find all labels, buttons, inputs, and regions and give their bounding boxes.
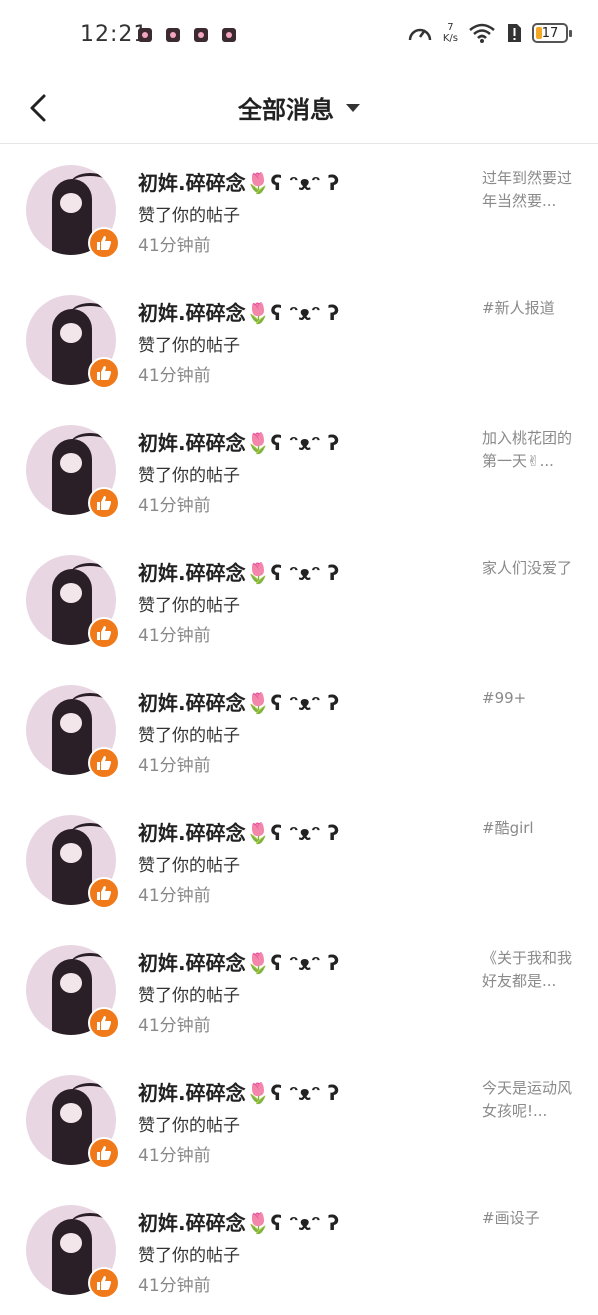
thumbs-up-icon <box>88 487 120 519</box>
timestamp: 41分钟前 <box>138 236 211 256</box>
action-text: 赞了你的帖子 <box>138 856 240 876</box>
status-bar: 12:21 7 K/s 17 <box>0 0 598 72</box>
thumbs-up-icon <box>88 877 120 909</box>
username[interactable]: 初姩.碎碎念🌷ʕ ᵔᴥᵔ ʔ <box>138 1077 339 1106</box>
timestamp: 41分钟前 <box>138 1016 211 1036</box>
sim-alert-icon <box>508 24 521 42</box>
post-preview[interactable]: 家人们没爱了 <box>482 557 574 580</box>
timestamp: 41分钟前 <box>138 366 211 386</box>
list-item[interactable]: 初姩.碎碎念🌷ʕ ᵔᴥᵔ ʔ 赞了你的帖子 41分钟前 #酷girl <box>0 795 598 925</box>
battery-level: 17 <box>541 25 559 41</box>
post-preview[interactable]: #画设子 <box>482 1207 574 1230</box>
timestamp: 41分钟前 <box>138 1276 211 1296</box>
thumbs-up-icon <box>88 357 120 389</box>
net-speed-value: 7 <box>447 22 454 33</box>
username[interactable]: 初姩.碎碎念🌷ʕ ᵔᴥᵔ ʔ <box>138 817 339 846</box>
app-notification-icon <box>166 28 180 42</box>
post-preview[interactable]: 加入桃花团的第一天✌... <box>482 427 574 473</box>
username[interactable]: 初姩.碎碎念🌷ʕ ᵔᴥᵔ ʔ <box>138 947 339 976</box>
action-text: 赞了你的帖子 <box>138 726 240 746</box>
action-text: 赞了你的帖子 <box>138 466 240 486</box>
timestamp: 41分钟前 <box>138 496 211 516</box>
timestamp: 41分钟前 <box>138 626 211 646</box>
list-item[interactable]: 初姩.碎碎念🌷ʕ ᵔᴥᵔ ʔ 赞了你的帖子 41分钟前 今天是运动风女孩呢!..… <box>0 1055 598 1185</box>
thumbs-up-icon <box>88 617 120 649</box>
list-item[interactable]: 初姩.碎碎念🌷ʕ ᵔᴥᵔ ʔ 赞了你的帖子 41分钟前 过年到然要过年当然要..… <box>0 145 598 275</box>
username[interactable]: 初姩.碎碎念🌷ʕ ᵔᴥᵔ ʔ <box>138 557 339 586</box>
action-text: 赞了你的帖子 <box>138 1246 240 1266</box>
post-preview[interactable]: 今天是运动风女孩呢!... <box>482 1077 574 1123</box>
timestamp: 41分钟前 <box>138 886 211 906</box>
username[interactable]: 初姩.碎碎念🌷ʕ ᵔᴥᵔ ʔ <box>138 297 339 326</box>
app-notification-icon <box>138 28 152 42</box>
net-speed: 7 K/s <box>443 22 458 44</box>
thumbs-up-icon <box>88 227 120 259</box>
list-item[interactable]: 初姩.碎碎念🌷ʕ ᵔᴥᵔ ʔ 赞了你的帖子 41分钟前 家人们没爱了 <box>0 535 598 665</box>
notification-icons <box>138 28 236 42</box>
speedometer-icon <box>408 28 432 41</box>
app-notification-icon <box>222 28 236 42</box>
list-item[interactable]: 初姩.碎碎念🌷ʕ ᵔᴥᵔ ʔ 赞了你的帖子 41分钟前 加入桃花团的第一天✌..… <box>0 405 598 535</box>
action-text: 赞了你的帖子 <box>138 206 240 226</box>
status-right: 7 K/s 17 <box>407 22 572 44</box>
notification-list: 初姩.碎碎念🌷ʕ ᵔᴥᵔ ʔ 赞了你的帖子 41分钟前 过年到然要过年当然要..… <box>0 145 598 1315</box>
app-notification-icon <box>194 28 208 42</box>
list-item[interactable]: 初姩.碎碎念🌷ʕ ᵔᴥᵔ ʔ 赞了你的帖子 41分钟前 #99+ <box>0 665 598 795</box>
post-preview[interactable]: #酷girl <box>482 817 574 840</box>
page-title: 全部消息 <box>238 96 334 124</box>
post-preview[interactable]: 《关于我和我好友都是... <box>482 947 574 993</box>
post-preview[interactable]: #99+ <box>482 687 574 710</box>
net-speed-unit: K/s <box>442 33 458 44</box>
action-text: 赞了你的帖子 <box>138 596 240 616</box>
timestamp: 41分钟前 <box>138 1146 211 1166</box>
timestamp: 41分钟前 <box>138 756 211 776</box>
list-item[interactable]: 初姩.碎碎念🌷ʕ ᵔᴥᵔ ʔ 赞了你的帖子 41分钟前 《关于我和我好友都是..… <box>0 925 598 1055</box>
title-dropdown[interactable]: 全部消息 <box>0 90 598 125</box>
wifi-icon <box>469 23 495 43</box>
list-item[interactable]: 初姩.碎碎念🌷ʕ ᵔᴥᵔ ʔ 赞了你的帖子 41分钟前 #新人报道 <box>0 275 598 405</box>
list-item[interactable]: 初姩.碎碎念🌷ʕ ᵔᴥᵔ ʔ 赞了你的帖子 41分钟前 #画设子 <box>0 1185 598 1315</box>
post-preview[interactable]: #新人报道 <box>482 297 574 320</box>
action-text: 赞了你的帖子 <box>138 1116 240 1136</box>
username[interactable]: 初姩.碎碎念🌷ʕ ᵔᴥᵔ ʔ <box>138 1207 339 1236</box>
thumbs-up-icon <box>88 1007 120 1039</box>
action-text: 赞了你的帖子 <box>138 986 240 1006</box>
thumbs-up-icon <box>88 1267 120 1299</box>
username[interactable]: 初姩.碎碎念🌷ʕ ᵔᴥᵔ ʔ <box>138 687 339 716</box>
header: 全部消息 <box>0 72 598 144</box>
caret-down-icon <box>346 103 360 112</box>
username[interactable]: 初姩.碎碎念🌷ʕ ᵔᴥᵔ ʔ <box>138 167 339 196</box>
thumbs-up-icon <box>88 747 120 779</box>
battery-indicator: 17 <box>532 23 572 43</box>
username[interactable]: 初姩.碎碎念🌷ʕ ᵔᴥᵔ ʔ <box>138 427 339 456</box>
action-text: 赞了你的帖子 <box>138 336 240 356</box>
thumbs-up-icon <box>88 1137 120 1169</box>
post-preview[interactable]: 过年到然要过年当然要... <box>482 167 574 213</box>
